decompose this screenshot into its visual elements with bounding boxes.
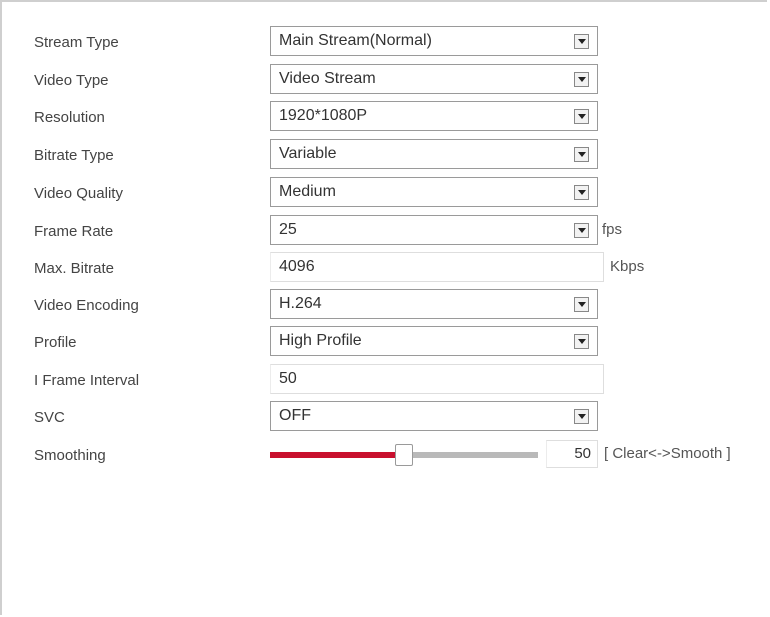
frame-rate-label: Frame Rate — [34, 223, 114, 240]
chevron-down-icon[interactable] — [574, 223, 589, 238]
video-quality-select[interactable]: Medium — [270, 177, 598, 207]
bitrate-type-label: Bitrate Type — [34, 147, 114, 164]
stream-type-value: Main Stream(Normal) — [279, 32, 432, 49]
chevron-down-icon[interactable] — [574, 334, 589, 349]
chevron-down-icon[interactable] — [574, 34, 589, 49]
row-video-quality: Video Quality Medium — [0, 176, 770, 212]
bitrate-type-select[interactable]: Variable — [270, 139, 598, 169]
profile-label: Profile — [34, 334, 77, 351]
resolution-select[interactable]: 1920*1080P — [270, 101, 598, 131]
resolution-value: 1920*1080P — [279, 107, 368, 124]
row-smoothing: Smoothing 50 [ Clear<->Smooth ] — [0, 438, 770, 474]
chevron-down-icon[interactable] — [574, 409, 589, 424]
row-bitrate-type: Bitrate Type Variable — [0, 138, 770, 174]
chevron-down-icon[interactable] — [574, 72, 589, 87]
max-bitrate-input[interactable]: 4096 — [270, 252, 604, 282]
stream-type-select[interactable]: Main Stream(Normal) — [270, 26, 598, 56]
video-type-select[interactable]: Video Stream — [270, 64, 598, 94]
chevron-down-icon[interactable] — [574, 109, 589, 124]
video-encoding-value: H.264 — [279, 295, 322, 312]
video-encoding-label: Video Encoding — [34, 297, 139, 314]
row-stream-type: Stream Type Main Stream(Normal) — [0, 25, 770, 61]
frame-rate-unit: fps — [602, 221, 623, 238]
smoothing-label: Smoothing — [34, 447, 106, 464]
video-quality-label: Video Quality — [34, 185, 123, 202]
smoothing-slider-track[interactable] — [270, 444, 538, 466]
video-encoding-select[interactable]: H.264 — [270, 289, 598, 319]
chevron-down-icon[interactable] — [574, 185, 589, 200]
smoothing-value-box[interactable]: 50 — [546, 440, 598, 468]
smoothing-hint: [ Clear<->Smooth ] — [604, 445, 731, 462]
row-resolution: Resolution 1920*1080P — [0, 100, 770, 136]
frame-rate-value: 25 — [279, 221, 297, 238]
chevron-down-icon[interactable] — [574, 147, 589, 162]
svc-value: OFF — [279, 407, 311, 424]
max-bitrate-unit: Kbps — [610, 258, 645, 275]
i-frame-interval-value: 50 — [279, 370, 297, 387]
row-profile: Profile High Profile — [0, 325, 770, 361]
frame-rate-select[interactable]: 25 — [270, 215, 598, 245]
row-svc: SVC OFF — [0, 400, 770, 436]
video-quality-value: Medium — [279, 183, 336, 200]
max-bitrate-label: Max. Bitrate — [34, 260, 115, 277]
max-bitrate-value: 4096 — [279, 258, 315, 275]
row-max-bitrate: Max. Bitrate 4096 Kbps — [0, 251, 770, 287]
row-frame-rate: Frame Rate 25 fps — [0, 214, 770, 250]
smoothing-value: 50 — [574, 445, 591, 462]
i-frame-interval-label: I Frame Interval — [34, 372, 140, 389]
resolution-label: Resolution — [34, 109, 105, 126]
stream-type-label: Stream Type — [34, 34, 119, 51]
row-video-encoding: Video Encoding H.264 — [0, 288, 770, 324]
bitrate-type-value: Variable — [279, 145, 337, 162]
row-i-frame-interval: I Frame Interval 50 — [0, 363, 770, 399]
profile-select[interactable]: High Profile — [270, 326, 598, 356]
video-type-label: Video Type — [34, 72, 109, 89]
row-video-type: Video Type Video Stream — [0, 63, 770, 99]
svc-label: SVC — [34, 409, 65, 426]
svc-select[interactable]: OFF — [270, 401, 598, 431]
video-type-value: Video Stream — [279, 70, 376, 87]
smoothing-slider-handle[interactable] — [395, 444, 413, 466]
smoothing-slider-fill — [270, 452, 404, 458]
chevron-down-icon[interactable] — [574, 297, 589, 312]
i-frame-interval-input[interactable]: 50 — [270, 364, 604, 394]
profile-value: High Profile — [279, 332, 362, 349]
